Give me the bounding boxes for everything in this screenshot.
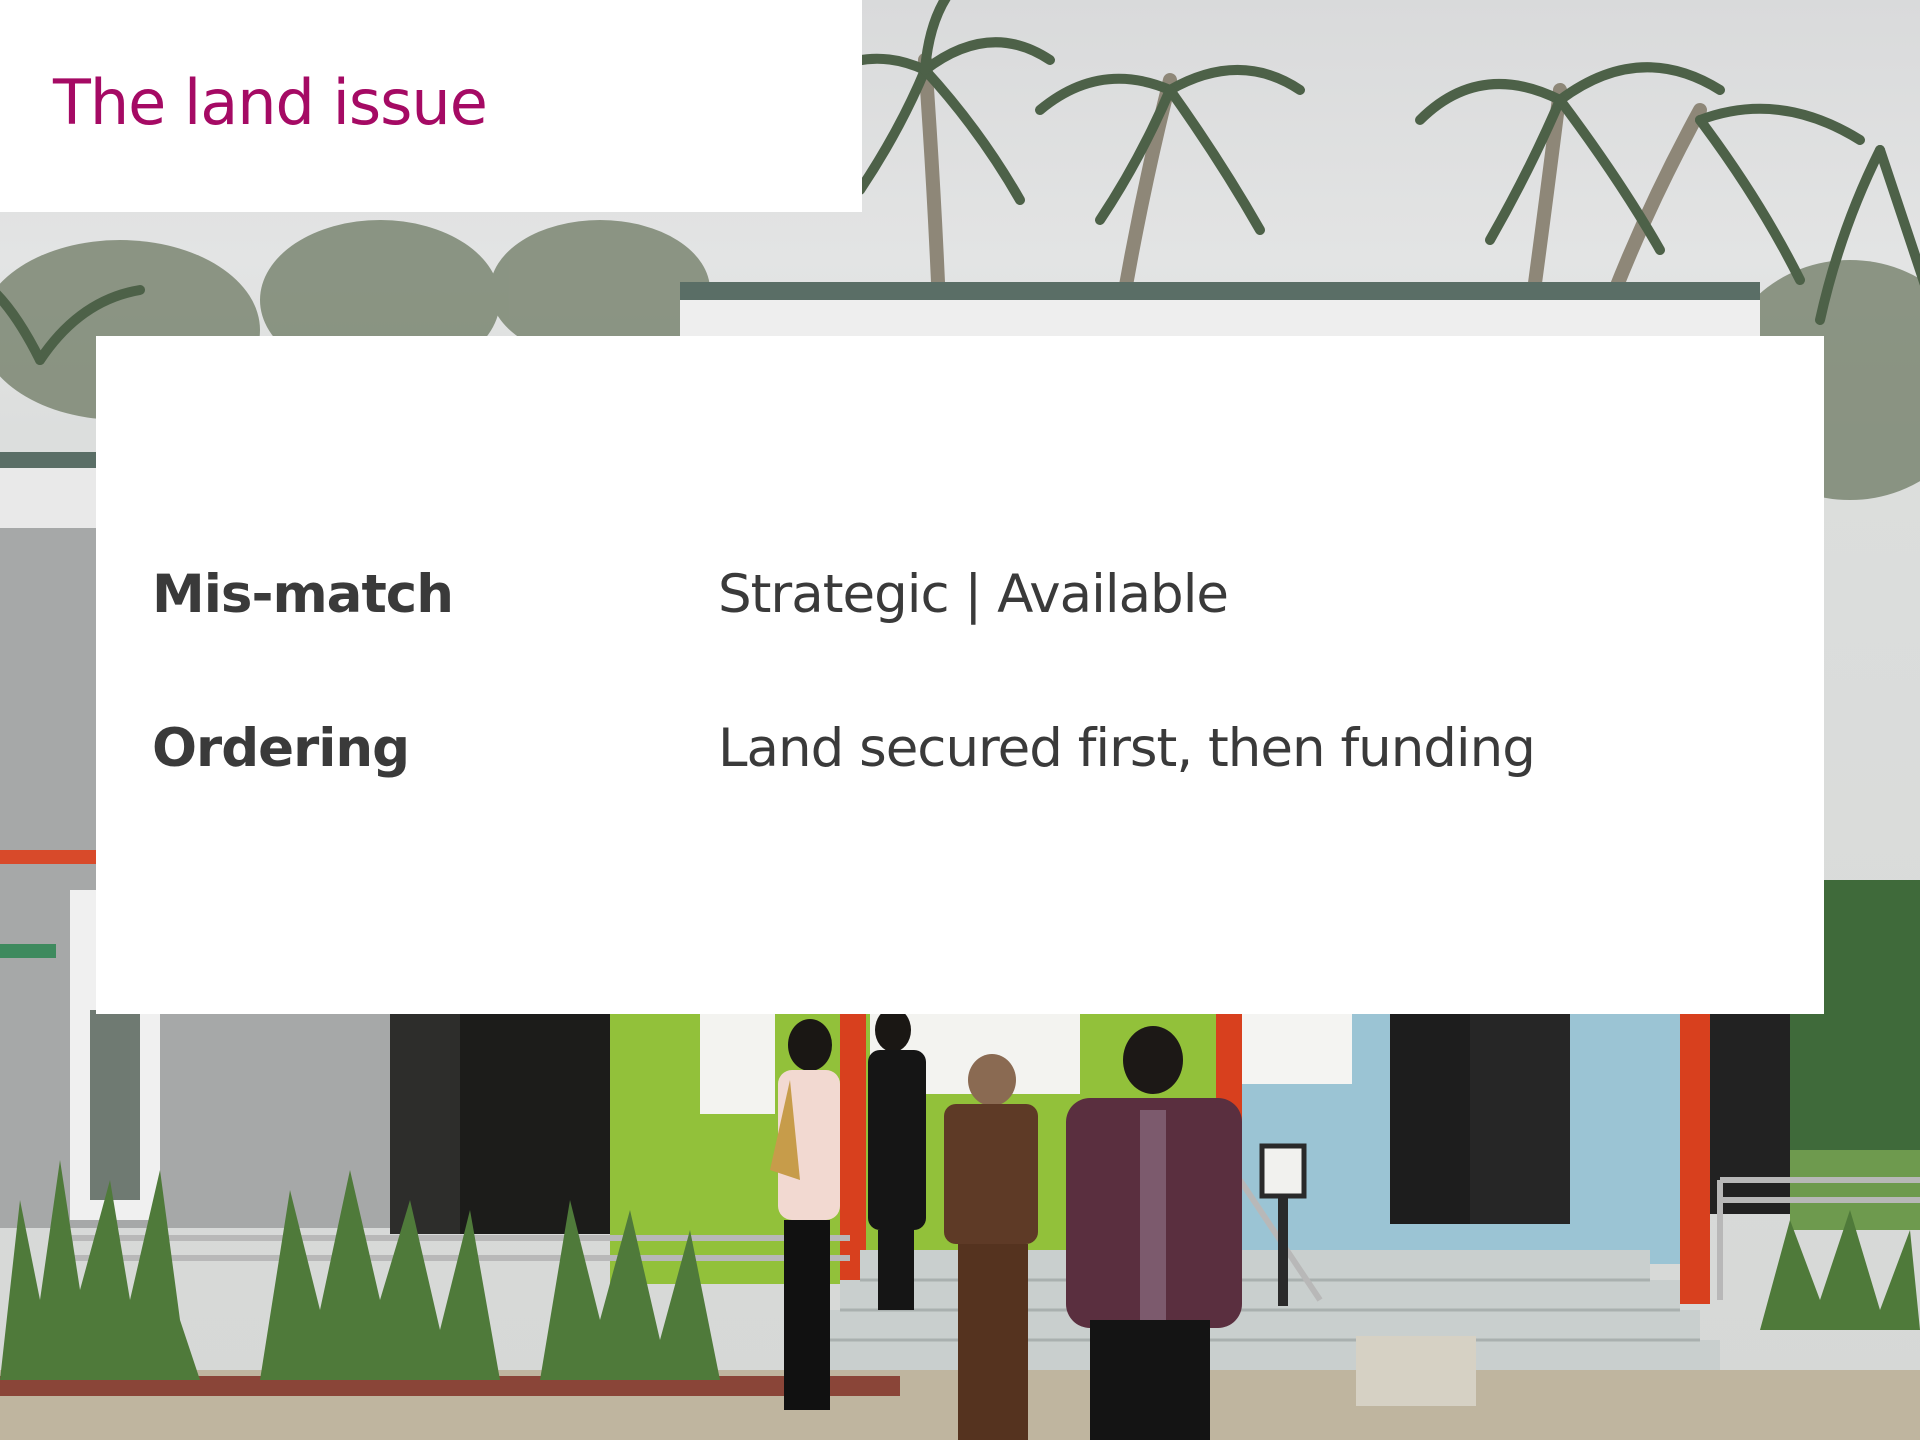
row-value: Strategic | Available [718,564,1229,625]
row-label: Mis-match [152,564,454,625]
title-box: The land issue [0,0,862,212]
slide-title: The land issue [53,66,488,139]
row-value: Land secured first, then funding [718,718,1536,779]
row-label: Ordering [152,718,410,779]
content-row-mismatch: Mis-match Strategic | Available [152,564,1772,634]
content-panel: Mis-match Strategic | Available Ordering… [96,336,1824,1014]
person-figure-3 [944,1054,1038,1440]
content-row-ordering: Ordering Land secured first, then fundin… [152,718,1772,788]
